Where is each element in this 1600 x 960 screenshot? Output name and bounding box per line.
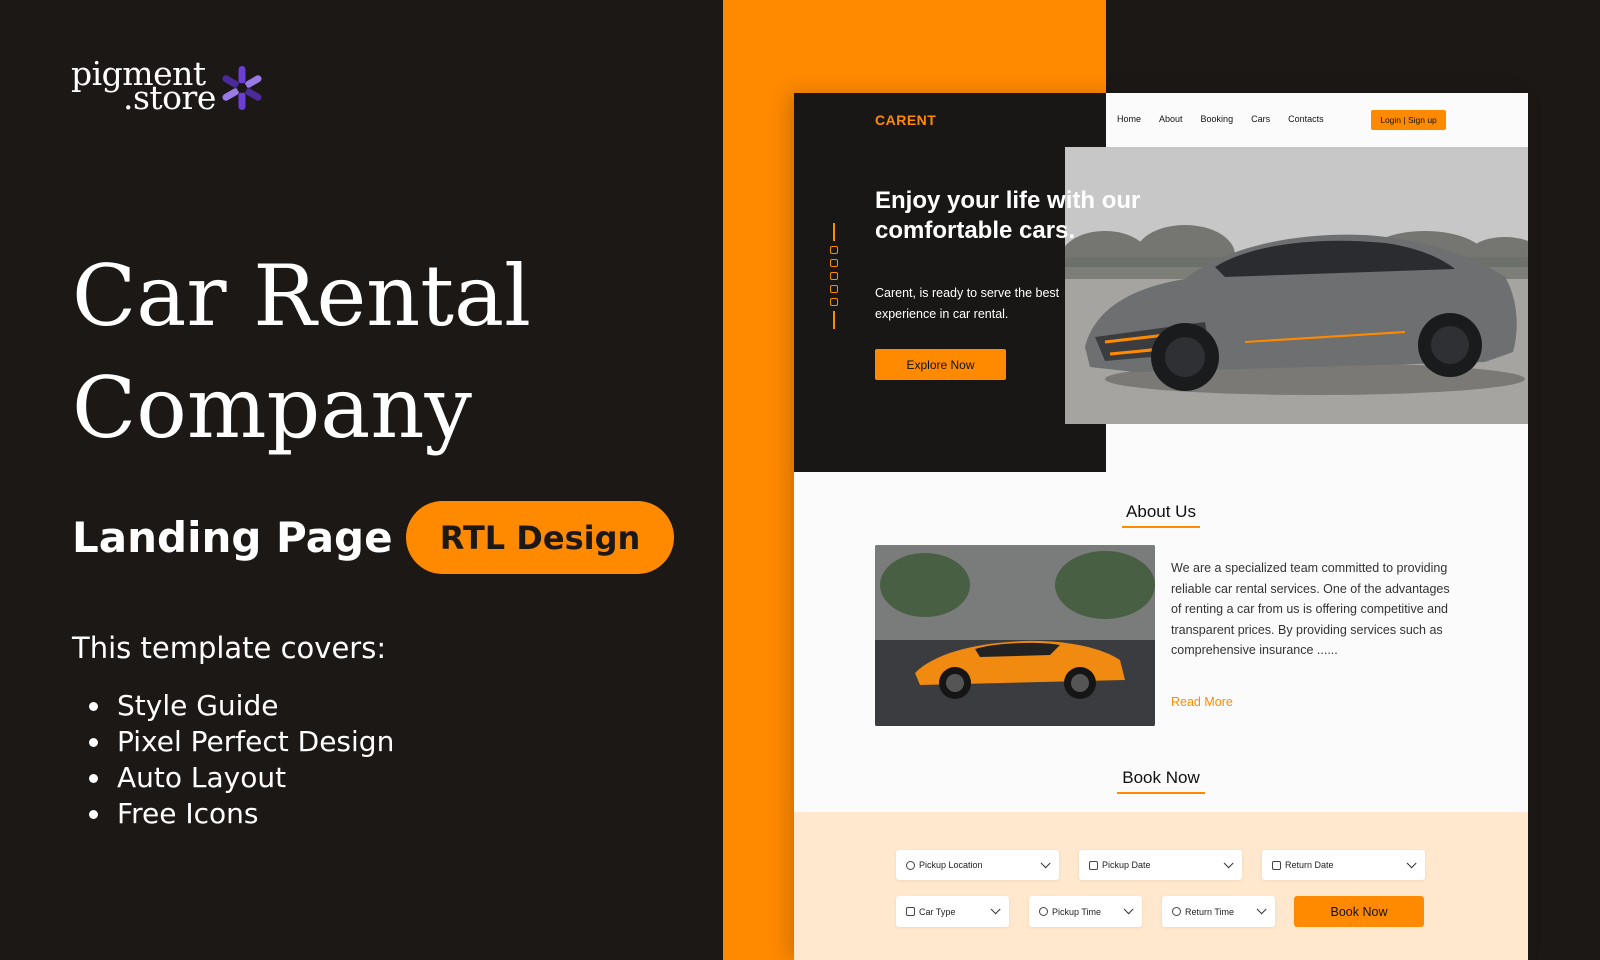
whatsapp-icon[interactable] (830, 285, 838, 293)
covers-item: Free Icons (72, 796, 394, 832)
nav-about[interactable]: About (1159, 112, 1183, 126)
facebook-icon[interactable] (830, 246, 838, 254)
logo-word-store: .store (123, 78, 216, 117)
read-more-link[interactable]: Read More (1171, 695, 1233, 709)
car-type-select[interactable]: Car Type (896, 896, 1009, 927)
chevron-down-icon (1123, 904, 1134, 915)
chevron-down-icon (990, 904, 1001, 915)
nav-home[interactable]: Home (1117, 112, 1141, 126)
chevron-down-icon (1040, 857, 1051, 868)
booking-form-band (794, 812, 1528, 960)
covers-label: This template covers: (72, 631, 387, 665)
nav-contacts[interactable]: Contacts (1288, 112, 1324, 126)
chevron-down-icon (1223, 857, 1234, 868)
book-now-button[interactable]: Book Now (1294, 896, 1424, 927)
orange-supercar-illustration (875, 545, 1155, 726)
hero-headline: Enjoy your life with our comfortable car… (875, 187, 1141, 244)
pigment-snowflake-icon (222, 66, 262, 110)
pickup-location-label: Pickup Location (919, 860, 983, 870)
pickup-time-select[interactable]: Pickup Time (1029, 896, 1142, 927)
location-pin-icon (906, 860, 915, 870)
car-type-label: Car Type (919, 906, 956, 917)
return-time-label: Return Time (1185, 906, 1235, 917)
book-section-title: Book Now (1106, 768, 1216, 794)
promo-title-line1: Car Rental (72, 247, 531, 345)
site-brand[interactable]: CARENT (875, 112, 936, 128)
telegram-icon[interactable] (830, 298, 838, 306)
return-date-label: Return Date (1285, 860, 1334, 870)
explore-now-button[interactable]: Explore Now (875, 349, 1006, 380)
promo-title: Car Rental Company (72, 240, 531, 464)
covers-item: Pixel Perfect Design (72, 724, 394, 760)
twitter-icon[interactable] (830, 272, 838, 280)
chevron-down-icon (1406, 857, 1417, 868)
covers-item: Auto Layout (72, 760, 394, 796)
pickup-time-label: Pickup Time (1052, 906, 1102, 917)
rtl-design-pill: RTL Design (406, 501, 674, 574)
pickup-date-label: Pickup Date (1102, 860, 1151, 870)
about-car-image (875, 545, 1155, 726)
nav-booking[interactable]: Booking (1201, 112, 1234, 126)
promo-subtitle: Landing Page + (72, 513, 443, 562)
site-nav: Home About Booking Cars Contacts (1117, 112, 1342, 126)
pigment-store-logo: pigment .store (71, 56, 271, 120)
hero-tagline: Carent, is ready to serve the best exper… (875, 286, 1060, 321)
calendar-icon (1272, 860, 1281, 870)
social-divider (833, 223, 835, 241)
car-icon (906, 907, 915, 916)
about-text: We are a specialized team committed to p… (1171, 561, 1450, 658)
return-time-select[interactable]: Return Time (1162, 896, 1275, 927)
landing-page-mockup: CARENT Home About Booking Cars Contacts … (794, 93, 1528, 960)
pickup-date-select[interactable]: Pickup Date (1079, 850, 1242, 880)
social-sidebar (829, 223, 839, 329)
social-divider (833, 311, 835, 329)
promo-title-line2: Company (72, 359, 472, 457)
covers-item: Style Guide (72, 688, 394, 724)
login-signup-button[interactable]: Login | Sign up (1371, 110, 1446, 130)
calendar-icon (1089, 860, 1098, 870)
chevron-down-icon (1256, 904, 1267, 915)
covers-list: Style Guide Pixel Perfect Design Auto La… (72, 688, 394, 832)
clock-icon (1039, 907, 1048, 916)
instagram-icon[interactable] (830, 259, 838, 267)
nav-cars[interactable]: Cars (1251, 112, 1270, 126)
return-date-select[interactable]: Return Date (1262, 850, 1425, 880)
clock-icon (1172, 907, 1181, 916)
about-section-title: About Us (1106, 502, 1216, 528)
pickup-location-select[interactable]: Pickup Location (896, 850, 1059, 880)
